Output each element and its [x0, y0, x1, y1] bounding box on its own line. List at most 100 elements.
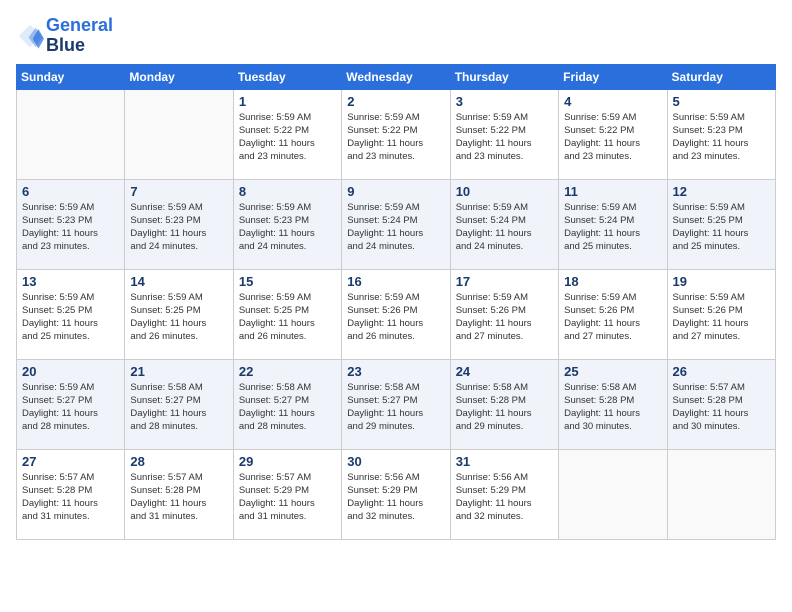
calendar-cell: 14 Sunrise: 5:59 AM Sunset: 5:25 PM Dayli… [125, 269, 233, 359]
calendar-cell: 31Sunrise: 5:56 AM Sunset: 5:29 PM Dayli… [450, 449, 558, 539]
day-number: 5 [673, 94, 770, 109]
column-header-tuesday: Tuesday [233, 64, 341, 89]
calendar-cell [667, 449, 775, 539]
day-number: 24 [456, 364, 553, 379]
day-number: 18 [564, 274, 661, 289]
calendar-cell: 10 Sunrise: 5:59 AM Sunset: 5:24 PM Dayli… [450, 179, 558, 269]
calendar-cell: 15Sunrise: 5:59 AM Sunset: 5:25 PM Dayli… [233, 269, 341, 359]
day-info: Sunrise: 5:59 AM Sunset: 5:22 PM Dayligh… [564, 111, 661, 164]
calendar-cell: 5 Sunrise: 5:59 AM Sunset: 5:23 PM Daylig… [667, 89, 775, 179]
column-header-wednesday: Wednesday [342, 64, 450, 89]
day-number: 29 [239, 454, 336, 469]
calendar-cell: 17 Sunrise: 5:59 AM Sunset: 5:26 PM Dayli… [450, 269, 558, 359]
day-info: Sunrise: 5:57 AM Sunset: 5:28 PM Dayligh… [22, 471, 119, 524]
day-info: Sunrise: 5:59 AM Sunset: 5:25 PM Dayligh… [130, 291, 227, 344]
day-info: Sunrise: 5:58 AM Sunset: 5:27 PM Dayligh… [130, 381, 227, 434]
day-number: 28 [130, 454, 227, 469]
day-number: 11 [564, 184, 661, 199]
day-info: Sunrise: 5:58 AM Sunset: 5:28 PM Dayligh… [456, 381, 553, 434]
day-info: Sunrise: 5:58 AM Sunset: 5:27 PM Dayligh… [347, 381, 444, 434]
calendar-cell: 7Sunrise: 5:59 AM Sunset: 5:23 PM Daylig… [125, 179, 233, 269]
day-number: 19 [673, 274, 770, 289]
calendar-cell [125, 89, 233, 179]
calendar-header-row: SundayMondayTuesdayWednesdayThursdayFrid… [17, 64, 776, 89]
day-number: 14 [130, 274, 227, 289]
logo-icon [16, 22, 44, 50]
day-info: Sunrise: 5:59 AM Sunset: 5:24 PM Dayligh… [456, 201, 553, 254]
column-header-thursday: Thursday [450, 64, 558, 89]
day-info: Sunrise: 5:57 AM Sunset: 5:28 PM Dayligh… [673, 381, 770, 434]
calendar-cell: 27Sunrise: 5:57 AM Sunset: 5:28 PM Dayli… [17, 449, 125, 539]
calendar-cell: 18 Sunrise: 5:59 AM Sunset: 5:26 PM Dayli… [559, 269, 667, 359]
day-info: Sunrise: 5:59 AM Sunset: 5:25 PM Dayligh… [673, 201, 770, 254]
day-info: Sunrise: 5:59 AM Sunset: 5:22 PM Dayligh… [239, 111, 336, 164]
day-info: Sunrise: 5:59 AM Sunset: 5:22 PM Dayligh… [456, 111, 553, 164]
day-info: Sunrise: 5:59 AM Sunset: 5:24 PM Dayligh… [564, 201, 661, 254]
day-info: Sunrise: 5:59 AM Sunset: 5:26 PM Dayligh… [564, 291, 661, 344]
day-info: Sunrise: 5:59 AM Sunset: 5:24 PM Dayligh… [347, 201, 444, 254]
calendar-cell: 26 Sunrise: 5:57 AM Sunset: 5:28 PM Dayli… [667, 359, 775, 449]
day-number: 25 [564, 364, 661, 379]
calendar-cell: 20Sunrise: 5:59 AM Sunset: 5:27 PM Dayli… [17, 359, 125, 449]
day-number: 23 [347, 364, 444, 379]
day-info: Sunrise: 5:59 AM Sunset: 5:26 PM Dayligh… [673, 291, 770, 344]
week-row-2: 6 Sunrise: 5:59 AM Sunset: 5:23 PM Daylig… [17, 179, 776, 269]
column-header-friday: Friday [559, 64, 667, 89]
calendar-body: 1 Sunrise: 5:59 AM Sunset: 5:22 PM Daylig… [17, 89, 776, 539]
day-number: 21 [130, 364, 227, 379]
day-number: 10 [456, 184, 553, 199]
day-info: Sunrise: 5:59 AM Sunset: 5:23 PM Dayligh… [239, 201, 336, 254]
calendar-cell: 25 Sunrise: 5:58 AM Sunset: 5:28 PM Dayli… [559, 359, 667, 449]
day-number: 9 [347, 184, 444, 199]
calendar-cell: 21 Sunrise: 5:58 AM Sunset: 5:27 PM Dayli… [125, 359, 233, 449]
day-info: Sunrise: 5:59 AM Sunset: 5:26 PM Dayligh… [456, 291, 553, 344]
day-info: Sunrise: 5:59 AM Sunset: 5:26 PM Dayligh… [347, 291, 444, 344]
calendar-cell [559, 449, 667, 539]
calendar-cell: 29 Sunrise: 5:57 AM Sunset: 5:29 PM Dayli… [233, 449, 341, 539]
day-number: 4 [564, 94, 661, 109]
calendar-cell: 3Sunrise: 5:59 AM Sunset: 5:22 PM Daylig… [450, 89, 558, 179]
logo: GeneralBlue [16, 16, 113, 56]
calendar-cell: 22 Sunrise: 5:58 AM Sunset: 5:27 PM Dayli… [233, 359, 341, 449]
page-header: GeneralBlue [16, 16, 776, 56]
calendar-cell: 12 Sunrise: 5:59 AM Sunset: 5:25 PM Dayli… [667, 179, 775, 269]
column-header-sunday: Sunday [17, 64, 125, 89]
day-number: 2 [347, 94, 444, 109]
day-number: 17 [456, 274, 553, 289]
day-number: 7 [130, 184, 227, 199]
calendar-cell: 1 Sunrise: 5:59 AM Sunset: 5:22 PM Daylig… [233, 89, 341, 179]
calendar-cell: 30Sunrise: 5:56 AM Sunset: 5:29 PM Dayli… [342, 449, 450, 539]
day-number: 1 [239, 94, 336, 109]
logo-text: GeneralBlue [46, 16, 113, 56]
day-info: Sunrise: 5:57 AM Sunset: 5:28 PM Dayligh… [130, 471, 227, 524]
calendar-cell [17, 89, 125, 179]
calendar-cell: 13 Sunrise: 5:59 AM Sunset: 5:25 PM Dayli… [17, 269, 125, 359]
calendar-cell: 19 Sunrise: 5:59 AM Sunset: 5:26 PM Dayli… [667, 269, 775, 359]
day-info: Sunrise: 5:56 AM Sunset: 5:29 PM Dayligh… [347, 471, 444, 524]
day-number: 13 [22, 274, 119, 289]
day-info: Sunrise: 5:59 AM Sunset: 5:25 PM Dayligh… [22, 291, 119, 344]
day-info: Sunrise: 5:57 AM Sunset: 5:29 PM Dayligh… [239, 471, 336, 524]
day-number: 26 [673, 364, 770, 379]
day-number: 6 [22, 184, 119, 199]
calendar-cell: 24 Sunrise: 5:58 AM Sunset: 5:28 PM Dayli… [450, 359, 558, 449]
calendar-cell: 11 Sunrise: 5:59 AM Sunset: 5:24 PM Dayli… [559, 179, 667, 269]
day-info: Sunrise: 5:59 AM Sunset: 5:25 PM Dayligh… [239, 291, 336, 344]
calendar-cell: 23 Sunrise: 5:58 AM Sunset: 5:27 PM Dayli… [342, 359, 450, 449]
day-info: Sunrise: 5:59 AM Sunset: 5:23 PM Dayligh… [673, 111, 770, 164]
column-header-monday: Monday [125, 64, 233, 89]
week-row-4: 20Sunrise: 5:59 AM Sunset: 5:27 PM Dayli… [17, 359, 776, 449]
column-header-saturday: Saturday [667, 64, 775, 89]
day-info: Sunrise: 5:58 AM Sunset: 5:27 PM Dayligh… [239, 381, 336, 434]
day-number: 20 [22, 364, 119, 379]
day-number: 16 [347, 274, 444, 289]
calendar-cell: 28 Sunrise: 5:57 AM Sunset: 5:28 PM Dayli… [125, 449, 233, 539]
day-info: Sunrise: 5:58 AM Sunset: 5:28 PM Dayligh… [564, 381, 661, 434]
day-number: 22 [239, 364, 336, 379]
calendar-cell: 8Sunrise: 5:59 AM Sunset: 5:23 PM Daylig… [233, 179, 341, 269]
day-info: Sunrise: 5:59 AM Sunset: 5:22 PM Dayligh… [347, 111, 444, 164]
day-number: 31 [456, 454, 553, 469]
day-info: Sunrise: 5:59 AM Sunset: 5:23 PM Dayligh… [22, 201, 119, 254]
day-number: 12 [673, 184, 770, 199]
week-row-1: 1 Sunrise: 5:59 AM Sunset: 5:22 PM Daylig… [17, 89, 776, 179]
